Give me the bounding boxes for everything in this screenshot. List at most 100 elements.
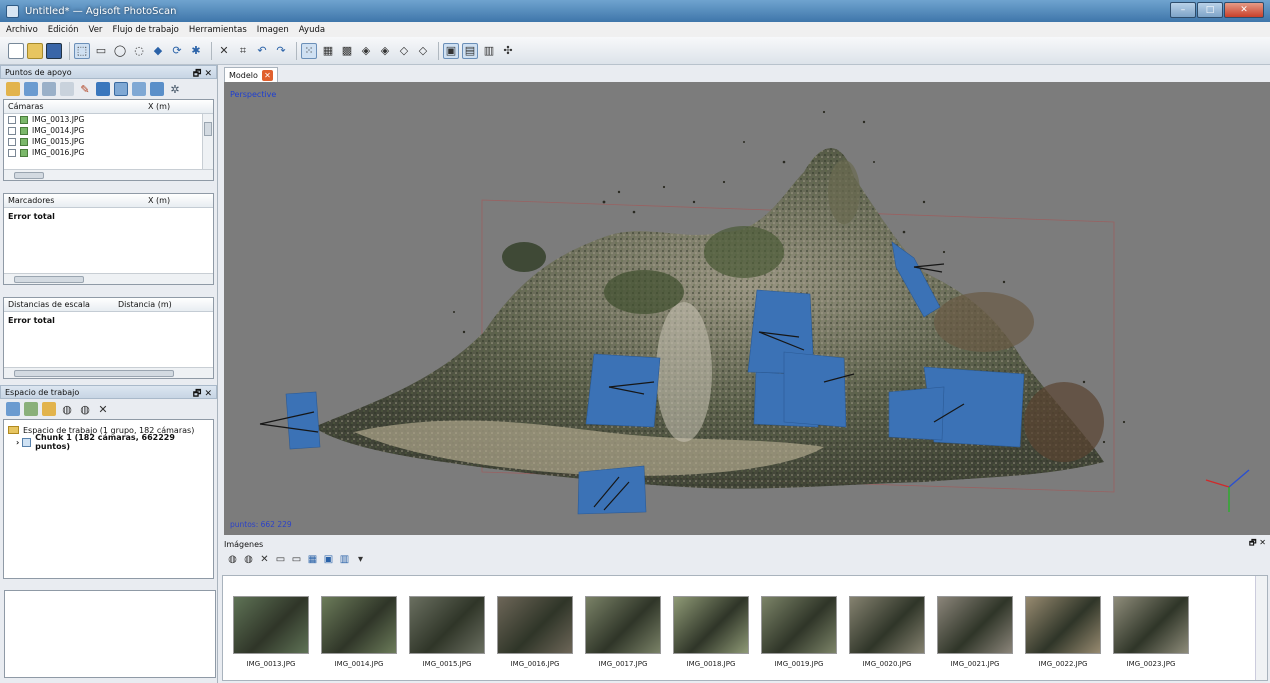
new-file-icon[interactable] <box>8 42 24 59</box>
enable-icon[interactable]: ◍ <box>60 402 74 416</box>
image-thumbnail[interactable]: IMG_0014.JPG <box>321 596 397 668</box>
vertical-scrollbar[interactable] <box>1255 576 1267 680</box>
shaded-icon[interactable]: ◈ <box>358 43 374 59</box>
image-thumbnail[interactable]: IMG_0018.JPG <box>673 596 749 668</box>
cameras-col[interactable]: Cámaras <box>4 102 144 111</box>
rotate-region-icon[interactable]: ⟳ <box>169 43 185 59</box>
mask-icon[interactable]: ▭ <box>274 553 287 566</box>
thumbnail-view-icon[interactable]: ▥ <box>338 553 351 566</box>
image-thumbnail[interactable]: IMG_0021.JPG <box>937 596 1013 668</box>
add-photos-icon[interactable] <box>24 402 38 416</box>
table-icon[interactable] <box>42 82 56 96</box>
vegetation <box>828 160 860 224</box>
undo-icon[interactable]: ↶ <box>254 43 270 59</box>
resize-region-icon[interactable]: ◆ <box>150 43 166 59</box>
crop-icon[interactable]: ⌗ <box>235 43 251 59</box>
image-thumbnail[interactable]: IMG_0019.JPG <box>761 596 837 668</box>
close-tab-icon[interactable]: ✕ <box>261 69 273 81</box>
view-errors-icon[interactable] <box>132 82 146 96</box>
expand-icon[interactable]: › <box>16 438 19 447</box>
image-thumbnail[interactable]: IMG_0023.JPG <box>1113 596 1189 668</box>
disable-icon[interactable]: ◍ <box>78 402 92 416</box>
image-thumbnail[interactable]: IMG_0017.JPG <box>585 596 661 668</box>
x-col[interactable]: X (m) <box>144 196 170 205</box>
add-folder-icon[interactable] <box>42 402 56 416</box>
list-item[interactable]: IMG_0014.JPG <box>4 125 213 136</box>
checkbox[interactable] <box>8 148 16 157</box>
show-region-icon[interactable]: ▤ <box>462 42 478 59</box>
show-markers-icon[interactable]: ▥ <box>481 43 497 59</box>
import-mask-icon[interactable]: ▭ <box>290 553 303 566</box>
menu-ayuda[interactable]: Ayuda <box>299 25 325 35</box>
import-icon[interactable] <box>6 82 20 96</box>
image-thumbnail[interactable]: IMG_0020.JPG <box>849 596 925 668</box>
list-item[interactable]: IMG_0016.JPG <box>4 147 213 158</box>
image-thumbnail[interactable]: IMG_0015.JPG <box>409 596 485 668</box>
horizontal-scrollbar[interactable] <box>4 273 213 284</box>
vertical-scrollbar[interactable] <box>202 114 213 169</box>
list-view-icon[interactable]: ▣ <box>322 553 335 566</box>
show-cameras-icon[interactable]: ▣ <box>443 42 459 59</box>
list-item[interactable]: IMG_0013.JPG <box>4 114 213 125</box>
open-folder-icon[interactable] <box>27 42 43 59</box>
add-chunk-icon[interactable] <box>6 402 20 416</box>
enable-icon[interactable]: ◍ <box>226 553 239 566</box>
reset-view-icon[interactable]: ✣ <box>500 43 516 59</box>
view-source-icon[interactable] <box>114 82 128 96</box>
x-col[interactable]: X (m) <box>144 102 170 111</box>
menu-imagen[interactable]: Imagen <box>257 25 289 35</box>
solid-icon[interactable]: ◈ <box>377 43 393 59</box>
tab-model[interactable]: Modelo ✕ <box>224 67 278 82</box>
horizontal-scrollbar[interactable] <box>4 367 213 378</box>
view-estimated-icon[interactable] <box>150 82 164 96</box>
maximize-button[interactable]: □ <box>1197 2 1223 18</box>
export-icon[interactable] <box>24 82 38 96</box>
gcp-panel-controls[interactable]: 🗗 ✕ <box>193 66 212 82</box>
checkbox[interactable] <box>8 115 16 124</box>
menu-edicion[interactable]: Edición <box>48 25 79 35</box>
redo-icon[interactable]: ↷ <box>273 43 289 59</box>
menu-flujo[interactable]: Flujo de trabajo <box>112 25 178 35</box>
delete-icon[interactable]: ✕ <box>216 43 232 59</box>
save-icon[interactable] <box>46 42 62 59</box>
free-select-icon[interactable]: ◌ <box>131 43 147 59</box>
camera-icon <box>20 148 28 157</box>
chunk-item[interactable]: › Chunk 1 (182 cámaras, 662229 puntos) <box>8 433 209 451</box>
details-icon[interactable]: ▦ <box>306 553 319 566</box>
settings-icon[interactable]: ✲ <box>168 82 182 96</box>
menu-ver[interactable]: Ver <box>89 25 103 35</box>
rotate-object-icon[interactable]: ✱ <box>188 43 204 59</box>
marker-icon[interactable] <box>60 82 74 96</box>
refresh-icon[interactable] <box>96 82 110 96</box>
distance-col[interactable]: Distancia (m) <box>114 300 172 309</box>
image-thumbnail[interactable]: IMG_0022.JPG <box>1025 596 1101 668</box>
view-dropdown-icon[interactable]: ▾ <box>354 553 367 566</box>
minimize-button[interactable]: – <box>1170 2 1196 18</box>
close-button[interactable]: ✕ <box>1224 2 1264 18</box>
remove-icon[interactable]: ✕ <box>96 402 110 416</box>
remove-icon[interactable]: ✕ <box>258 553 271 566</box>
list-item[interactable]: IMG_0015.JPG <box>4 136 213 147</box>
mesh-icon[interactable]: ▩ <box>339 43 355 59</box>
wireframe-icon[interactable]: ◇ <box>396 43 412 59</box>
checkbox[interactable] <box>8 137 16 146</box>
point-cloud-icon[interactable]: ⁙ <box>301 42 317 59</box>
horizontal-scrollbar[interactable] <box>4 169 213 180</box>
menu-herramientas[interactable]: Herramientas <box>189 25 247 35</box>
disable-icon[interactable]: ◍ <box>242 553 255 566</box>
circle-select-icon[interactable]: ◯ <box>112 43 128 59</box>
scale-col[interactable]: Distancias de escala <box>4 300 114 309</box>
menu-archivo[interactable]: Archivo <box>6 25 38 35</box>
image-thumbnail[interactable]: IMG_0013.JPG <box>233 596 309 668</box>
model-viewport[interactable]: Perspective puntos: 662 229 <box>224 82 1270 535</box>
checkbox[interactable] <box>8 126 16 135</box>
images-panel-controls[interactable]: 🗗 ✕ <box>1249 537 1266 551</box>
navigation-icon[interactable]: ⬚ <box>74 42 90 59</box>
dense-cloud-icon[interactable]: ▦ <box>320 43 336 59</box>
workspace-controls[interactable]: 🗗 ✕ <box>193 386 212 402</box>
image-thumbnail[interactable]: IMG_0016.JPG <box>497 596 573 668</box>
pencil-icon[interactable]: ✎ <box>78 82 92 96</box>
markers-col[interactable]: Marcadores <box>4 196 144 205</box>
rect-select-icon[interactable]: ▭ <box>93 43 109 59</box>
textured-icon[interactable]: ◇ <box>415 43 431 59</box>
